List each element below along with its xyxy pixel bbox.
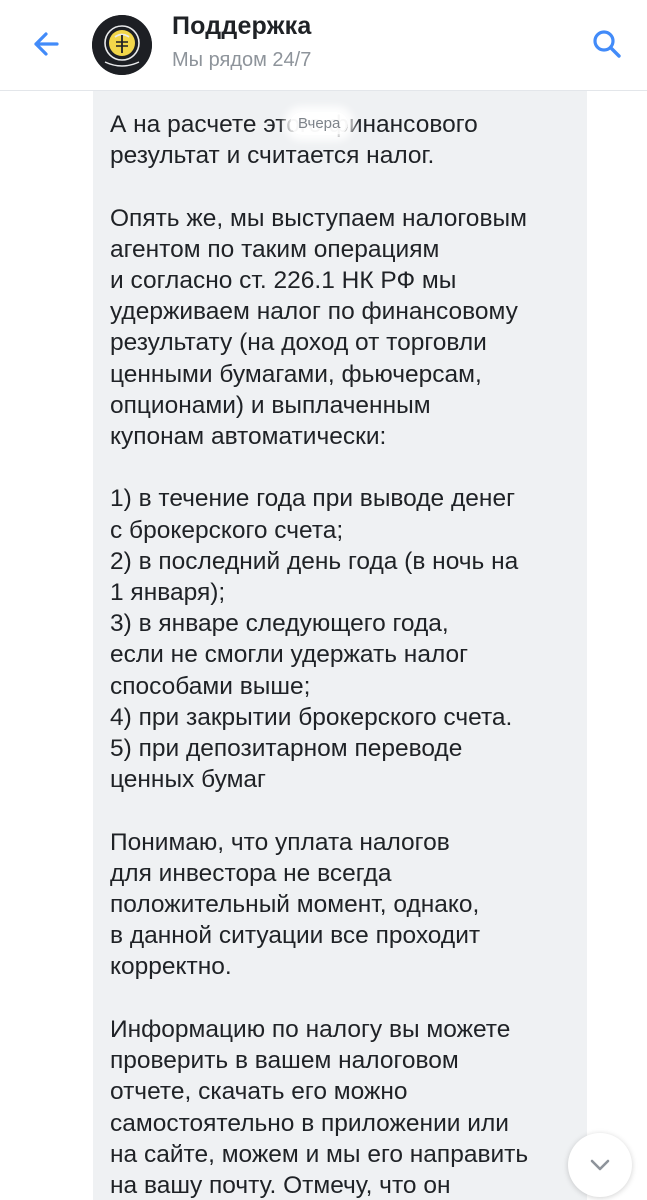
- message-text: А на расчете этого финансового результат…: [110, 111, 529, 1199]
- arrow-left-icon: [34, 32, 59, 56]
- date-chip: Вчера: [290, 112, 349, 135]
- avatar[interactable]: [92, 15, 152, 75]
- search-button[interactable]: [587, 24, 627, 64]
- chat-title: Поддержка: [172, 12, 312, 40]
- search-icon: [593, 30, 621, 58]
- bank-logo-icon: [92, 15, 152, 75]
- chevron-down-icon: [590, 1159, 610, 1171]
- chat-subtitle: Мы рядом 24/7: [172, 49, 312, 71]
- message-list[interactable]: А на расчете этого финансового результат…: [0, 91, 647, 1200]
- scroll-down-button[interactable]: [568, 1133, 632, 1197]
- chat-header: Поддержка Мы рядом 24/7: [0, 0, 647, 91]
- back-button[interactable]: [26, 24, 66, 64]
